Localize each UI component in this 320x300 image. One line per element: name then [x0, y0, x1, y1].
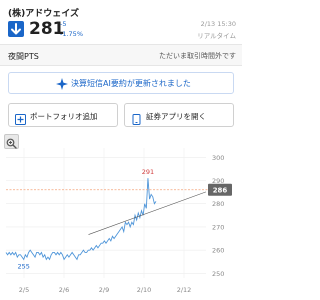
open-broker-app-label: 証券アプリを開く [146, 112, 206, 121]
realtime-label: リアルタイム [197, 32, 236, 40]
open-broker-app-button[interactable]: 証券アプリを開く [124, 103, 234, 127]
current-price-badge-label: 286 [213, 187, 228, 195]
y-tick-label: 270 [212, 223, 224, 231]
chart-svg: 3002902802702602502/5 2/6 2/9 2/10 2/1228629… [5, 148, 232, 294]
app-phone-icon [131, 110, 142, 125]
y-tick-label: 250 [212, 270, 224, 278]
x-tick-label: 2/10 [137, 286, 152, 294]
add-portfolio-button[interactable]: ポートフォリオ追加 [8, 103, 118, 127]
zoom-icon[interactable] [4, 134, 19, 149]
stock-name: (株)アドウェイズ [8, 9, 79, 19]
y-tick-label: 300 [212, 154, 224, 162]
x-tick-label: 2/9 [99, 286, 109, 294]
max-price-label: 291 [142, 168, 154, 176]
ai-summary-notice[interactable]: 決算短信AI要約が更新されました [8, 72, 234, 94]
y-tick-label: 260 [212, 247, 224, 255]
pts-label: 夜間PTS [8, 52, 39, 61]
min-price-label: 255 [18, 262, 30, 270]
price-change-percent: -1.75% [60, 30, 83, 38]
add-portfolio-label: ポートフォリオ追加 [30, 112, 98, 121]
action-buttons: ポートフォリオ追加 証券アプリを開く [8, 103, 234, 129]
x-tick-label: 2/12 [177, 286, 192, 294]
notice-text: 決算短信AI要約が更新されました [71, 79, 191, 88]
down-arrow-icon [8, 21, 24, 37]
price-timestamp: 2/13 15:30 [200, 20, 236, 28]
price-series-line [5, 178, 157, 261]
pts-status: ただいま取引時間外です [159, 52, 236, 60]
y-tick-label: 280 [212, 200, 224, 208]
price-chart[interactable]: 300 290 280 270 260 250 2/5 2/6 2/9 2/10 2/12 286 29… [0, 132, 242, 300]
plus-box-icon [15, 110, 26, 125]
stock-header: (株)アドウェイズ 281 -5 -1.75% 2/13 15:30 リアルタイ… [0, 0, 242, 42]
night-pts-row[interactable]: 夜間PTS ただいま取引時間外です [0, 44, 242, 66]
x-tick-label: 2/5 [19, 286, 29, 294]
x-tick-label: 2/6 [59, 286, 69, 294]
price-change: -5 [60, 20, 67, 28]
sparkle-icon [55, 76, 69, 90]
